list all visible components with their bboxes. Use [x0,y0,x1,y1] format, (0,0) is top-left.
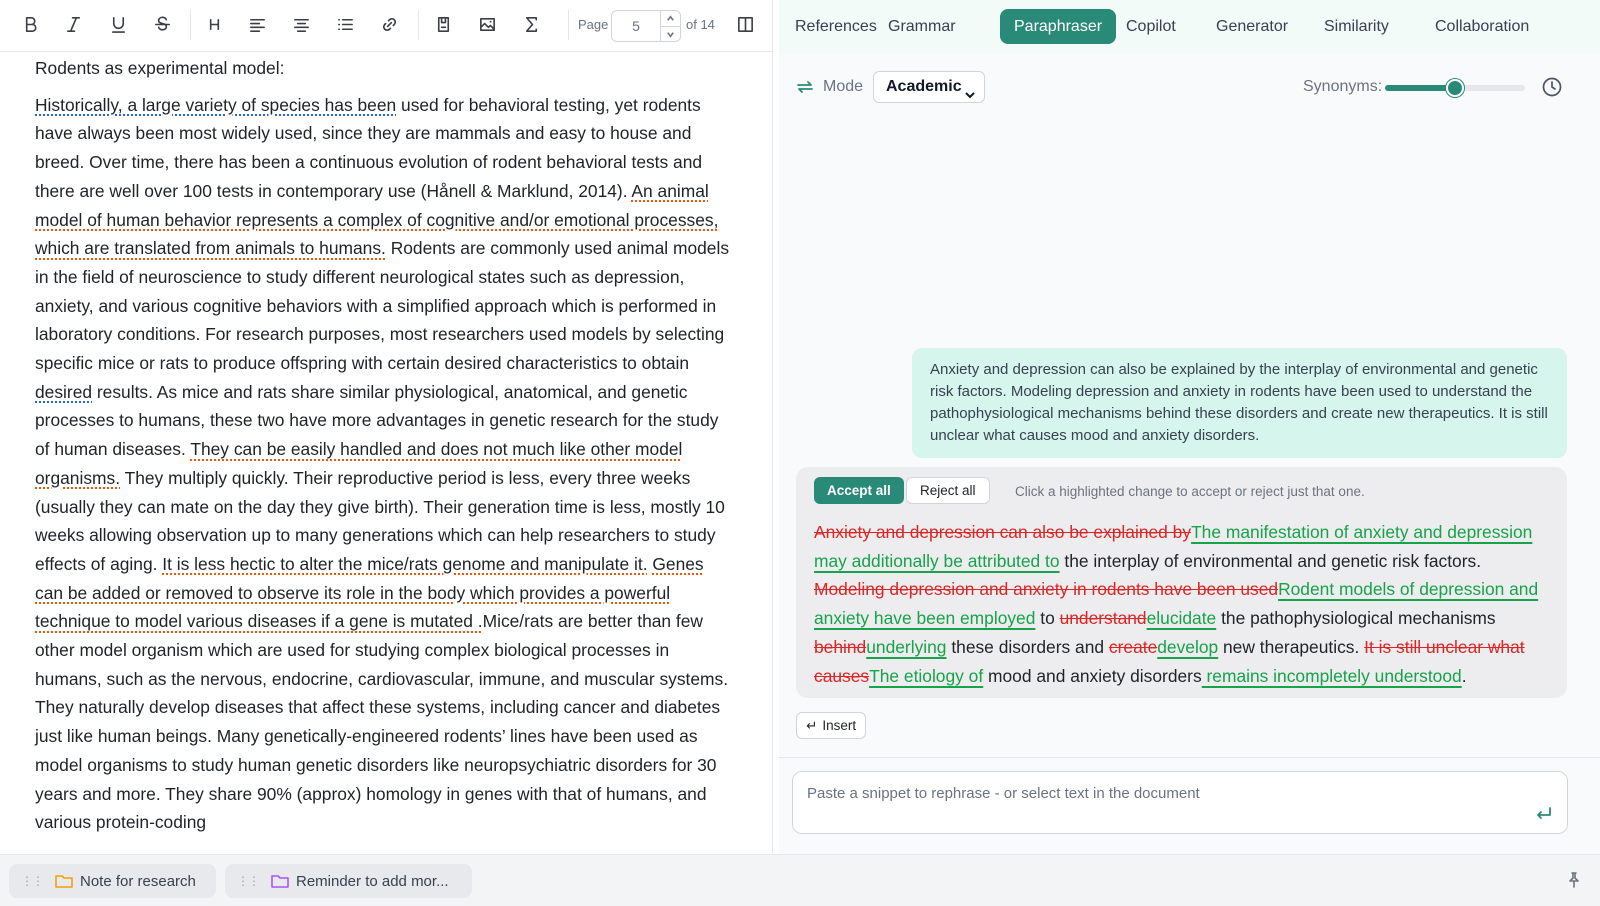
tab-collaboration[interactable]: Collaboration [1421,9,1543,44]
mode-value: Academic [886,78,962,95]
unchanged-text: new therapeutics. [1218,636,1365,657]
tab-paraphraser[interactable]: Paraphraser [1000,9,1117,44]
result-hint: Click a highlighted change to accept or … [1015,484,1365,499]
unchanged-text: mood and anxiety disorders [983,665,1202,686]
unchanged-text: the interplay of environmental and genet… [1059,550,1482,571]
inserted-change[interactable]: The etiology of [869,666,983,686]
mode-label: Mode [823,78,864,95]
inserted-change[interactable]: elucidate [1147,608,1217,628]
sigma-icon[interactable] [514,7,548,41]
deleted-change[interactable]: Modeling depression and anxiety in roden… [814,579,1278,599]
synonyms-slider-thumb[interactable] [1446,79,1464,97]
editor-toolbar: Page 5 of 14 [0,0,772,52]
paraphrase-result-text: Anxiety and depression can also be expla… [814,518,1554,690]
accept-all-button[interactable]: Accept all [814,477,904,504]
paragraph-text: Mice/rats are better than few other mode… [35,611,729,833]
reject-all-button[interactable]: Reject all [906,477,990,504]
insert-label: Insert [822,718,857,733]
grammar-suggestion[interactable]: desired [35,382,92,402]
unchanged-text: to [1035,608,1060,629]
save-document-icon[interactable] [426,7,460,41]
chevron-down-icon [964,82,976,99]
unchanged-text: the pathophysiological mechanisms [1216,608,1496,629]
heading-icon[interactable] [197,7,231,41]
unchanged-text: these disorders and [946,636,1109,657]
strikethrough-icon[interactable] [145,7,179,41]
document-body[interactable]: Rodents as experimental model: Historica… [35,54,735,837]
underline-icon[interactable] [101,7,135,41]
image-icon[interactable] [470,7,504,41]
panel-tabs: References Grammar Paraphraser Copilot G… [779,0,1600,54]
drag-handle-icon[interactable]: ⋮⋮ [21,874,44,888]
chevron-up-icon[interactable] [661,11,680,26]
insert-button[interactable]: ↵ Insert [796,712,867,739]
page-label: Page [578,17,609,32]
unchanged-text: . [1461,665,1467,686]
inserted-change[interactable]: develop [1157,637,1218,657]
grammar-suggestion[interactable]: Historically, a large variety of species… [35,95,396,115]
note-label: Note for research [80,872,196,890]
mode-row: Mode Academic Synonyms: [779,68,1600,108]
link-icon[interactable] [372,7,406,41]
italic-icon[interactable] [56,7,90,41]
deleted-change[interactable]: Anxiety and depression can also be expla… [814,522,1191,542]
deleted-change[interactable]: create [1109,637,1157,657]
page-total: of 14 [686,17,715,32]
assistant-panel: References Grammar Paraphraser Copilot G… [779,0,1600,854]
user-message: Anxiety and depression can also be expla… [912,348,1567,458]
document-editor: Page 5 of 14 Rodents as experimental mod… [0,0,773,854]
mode-select[interactable]: Academic [873,71,985,103]
note-chip[interactable]: ⋮⋮ Note for research [9,864,216,898]
drag-handle-icon[interactable]: ⋮⋮ [237,874,260,888]
bold-icon[interactable] [13,7,47,41]
document-paragraph[interactable]: Historically, a large variety of species… [35,91,735,837]
style-suggestion[interactable]: It is less hectic to alter the mice/rats… [162,554,647,574]
split-view-icon[interactable] [728,7,762,41]
inserted-change[interactable]: remains incompletely understood [1202,666,1462,686]
page-stepper [660,10,681,42]
toolbar-divider [190,10,191,40]
section-heading: Rodents as experimental model: [35,58,285,78]
notes-bar: ⋮⋮ Note for research ⋮⋮ Reminder to add … [0,854,1600,906]
swap-icon [795,77,815,97]
folder-icon [55,873,73,889]
toolbar-divider [418,10,419,40]
send-icon[interactable] [1535,805,1553,823]
note-label: Reminder to add mor... [296,872,449,890]
toolbar-divider [568,10,569,40]
deleted-change[interactable]: understand [1060,608,1147,628]
synonyms-slider-fill [1385,85,1455,91]
note-chip[interactable]: ⋮⋮ Reminder to add mor... [225,864,472,898]
rephrase-input[interactable]: Paste a snippet to rephrase - or select … [792,771,1568,834]
history-icon[interactable] [1541,76,1563,98]
synonyms-slider[interactable] [1385,79,1525,97]
inserted-change[interactable]: underlying [866,637,946,657]
paragraph-text: Rodents are commonly used animal models … [35,238,730,374]
page-number-input[interactable]: 5 [611,10,661,42]
tab-similarity[interactable]: Similarity [1310,9,1403,44]
align-left-icon[interactable] [240,7,274,41]
tab-copilot[interactable]: Copilot [1112,9,1190,44]
align-center-icon[interactable] [284,7,318,41]
tab-grammar[interactable]: Grammar [874,9,970,44]
composer-divider [779,757,1600,758]
synonyms-label: Synonyms: [1303,78,1383,95]
rephrase-input-placeholder: Paste a snippet to rephrase - or select … [807,785,1200,802]
return-icon: ↵ [806,718,818,733]
folder-icon [271,873,289,889]
pin-icon[interactable] [1565,871,1583,889]
bullet-list-icon[interactable] [328,7,362,41]
paraphrase-result-card: Accept all Reject all Click a highlighte… [796,467,1567,698]
tab-generator[interactable]: Generator [1202,9,1302,44]
deleted-change[interactable]: behind [814,637,866,657]
chevron-down-icon[interactable] [661,26,680,41]
